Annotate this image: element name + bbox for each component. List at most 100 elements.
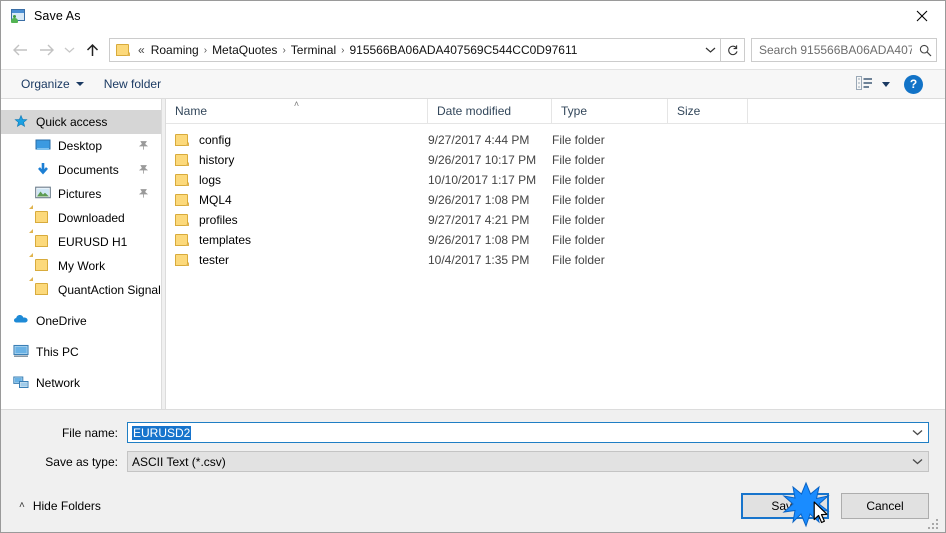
pin-icon[interactable] (138, 164, 149, 175)
refresh-icon[interactable] (721, 38, 745, 62)
view-layout-button[interactable] (852, 74, 894, 95)
column-header-label: Date modified (437, 104, 512, 118)
breadcrumb-overflow[interactable]: « (136, 43, 148, 57)
folder-icon (175, 153, 191, 167)
search-box[interactable] (751, 38, 937, 62)
folder-icon (29, 205, 51, 226)
table-row[interactable]: history 9/26/2017 10:17 PM File folder (166, 150, 945, 170)
save-as-type-value: ASCII Text (*.csv) (132, 454, 226, 469)
breadcrumb-item-2[interactable]: Terminal (288, 43, 339, 57)
chevron-down-icon[interactable] (700, 39, 720, 61)
table-row[interactable]: profiles 9/27/2017 4:21 PM File folder (166, 210, 945, 230)
sidebar-item-quantaction-signal[interactable]: QuantAction Signal (1, 277, 161, 302)
file-name-label: MQL4 (199, 193, 232, 207)
column-header-name[interactable]: ˄ Name (166, 99, 428, 123)
sidebar-item-label: EURUSD H1 (58, 235, 128, 249)
save-button[interactable]: Save (741, 493, 829, 519)
table-row[interactable]: MQL4 9/26/2017 1:08 PM File folder (166, 190, 945, 210)
cancel-button-label: Cancel (866, 499, 904, 513)
column-header-label: Size (677, 104, 701, 118)
recent-locations-chevron-icon[interactable] (59, 37, 79, 63)
file-name-combo[interactable]: EURUSD2 (127, 422, 929, 443)
file-name-cell: templates (166, 233, 428, 247)
new-folder-button[interactable]: New folder (98, 75, 167, 93)
folder-icon (29, 277, 51, 298)
sidebar-item-eurusd-h1[interactable]: EURUSD H1 (1, 229, 161, 254)
sidebar-item-label: QuantAction Signal (58, 283, 161, 297)
table-row[interactable]: templates 9/26/2017 1:08 PM File folder (166, 230, 945, 250)
file-name-input[interactable]: EURUSD2 (128, 425, 906, 440)
sidebar-item-my-work[interactable]: My Work (1, 253, 161, 278)
sidebar-item-this-pc[interactable]: This PC (1, 340, 161, 364)
search-input[interactable] (752, 43, 914, 57)
close-icon[interactable] (899, 1, 945, 30)
breadcrumb-item-3[interactable]: 915566BA06ADA407569C544CC0D97611 (346, 43, 580, 57)
save-as-type-label: Save as type: (45, 454, 118, 469)
sidebar-item-onedrive[interactable]: OneDrive (1, 309, 161, 333)
chevron-down-icon (75, 82, 84, 86)
breadcrumb: « Roaming › MetaQuotes › Terminal › 9155… (136, 43, 700, 57)
chevron-up-icon: ˄ (19, 500, 25, 511)
folder-icon (175, 253, 191, 267)
sidebar-item-pictures[interactable]: Pictures (1, 182, 161, 206)
folder-icon (29, 229, 51, 250)
sidebar-item-documents[interactable]: Documents (1, 158, 161, 182)
file-name-label: File name: (61, 425, 118, 440)
pictures-icon (35, 186, 51, 202)
sidebar-item-label: Network (36, 376, 81, 390)
column-header-size[interactable]: Size (668, 99, 748, 123)
folder-icon (175, 173, 191, 187)
file-date-cell: 10/10/2017 1:17 PM (428, 173, 537, 187)
search-icon[interactable] (914, 39, 936, 61)
sidebar-item-desktop[interactable]: Desktop (1, 134, 161, 158)
sidebar-item-quick-access[interactable]: Quick access (1, 110, 161, 134)
file-name-label: history (199, 153, 235, 167)
help-button[interactable]: ? (904, 74, 923, 94)
up-arrow-icon[interactable] (79, 37, 105, 63)
folder-icon (116, 43, 132, 57)
file-name-value: EURUSD2 (132, 425, 192, 440)
folder-icon (175, 213, 191, 227)
save-as-type-combo[interactable]: ASCII Text (*.csv) (127, 451, 929, 472)
documents-download-icon (35, 162, 51, 178)
file-date-cell: 9/26/2017 10:17 PM (428, 153, 537, 167)
table-row[interactable]: tester 10/4/2017 1:35 PM File folder (166, 250, 945, 270)
address-bar[interactable]: « Roaming › MetaQuotes › Terminal › 9155… (109, 38, 721, 62)
resize-grip[interactable] (928, 517, 940, 529)
breadcrumb-item-0[interactable]: Roaming (148, 43, 202, 57)
save-as-app-icon (10, 8, 26, 24)
file-date-cell: 9/26/2017 1:08 PM (428, 233, 530, 247)
file-name-cell: history (166, 153, 428, 167)
forward-arrow-icon[interactable] (33, 37, 59, 63)
chevron-down-icon[interactable] (906, 429, 928, 436)
column-header-date-modified[interactable]: Date modified (428, 99, 552, 123)
file-date-cell: 9/27/2017 4:21 PM (428, 213, 530, 227)
save-button-label: Save (771, 499, 799, 513)
window-title: Save As (34, 9, 81, 23)
table-row[interactable]: logs 10/10/2017 1:17 PM File folder (166, 170, 945, 190)
sidebar-item-network[interactable]: Network (1, 371, 161, 395)
file-name-label: logs (199, 173, 222, 187)
file-name-label: config (199, 133, 232, 147)
table-row[interactable]: config 9/27/2017 4:44 PM File folder (166, 130, 945, 150)
this-pc-icon (13, 344, 29, 360)
command-bar: Organize New folder ? (1, 69, 945, 99)
pin-icon[interactable] (138, 140, 149, 151)
chevron-down-icon[interactable] (906, 458, 928, 465)
file-name-label: templates (199, 233, 252, 247)
pin-icon[interactable] (138, 188, 149, 199)
cancel-button[interactable]: Cancel (841, 493, 929, 519)
breadcrumb-item-1[interactable]: MetaQuotes (209, 43, 280, 57)
breadcrumb-separator-icon: › (282, 44, 286, 56)
file-name-cell: MQL4 (166, 193, 428, 207)
hide-folders-button[interactable]: ˄ Hide Folders (19, 499, 101, 513)
view-layout-icon (856, 75, 873, 93)
star-pin-icon (13, 114, 29, 130)
column-header-type[interactable]: Type (552, 99, 668, 123)
file-type-cell: File folder (552, 133, 605, 147)
organize-button[interactable]: Organize (15, 75, 90, 93)
back-arrow-icon[interactable] (7, 37, 33, 63)
sidebar-item-downloaded[interactable]: Downloaded (1, 205, 161, 230)
file-type-cell: File folder (552, 173, 605, 187)
navigation-sidebar: Quick access Desktop Documents Pictures … (1, 99, 162, 409)
